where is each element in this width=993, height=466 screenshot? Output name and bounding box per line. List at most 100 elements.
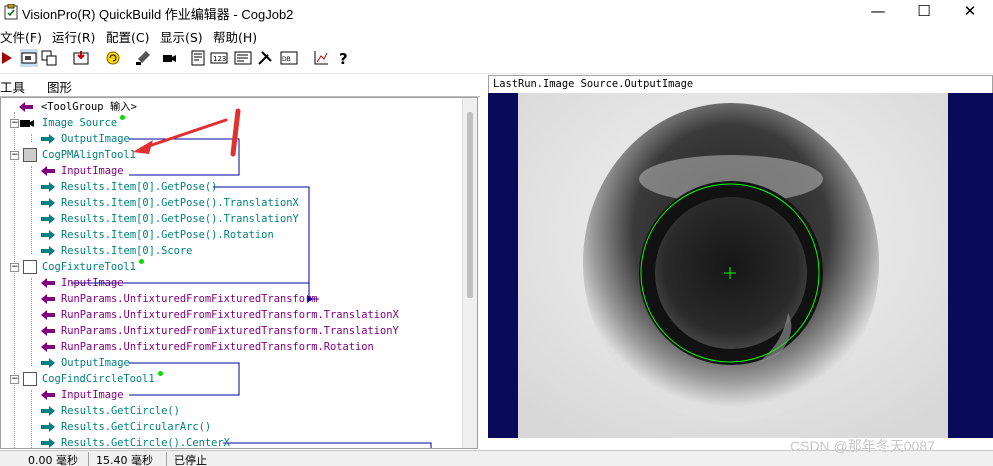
scrollbar-thumb[interactable] — [467, 112, 473, 298]
collapse-toggle[interactable]: − — [10, 119, 19, 128]
run-icon[interactable] — [0, 49, 18, 67]
pm-rot-label: Results.Item[0].GetPose().Rotation — [61, 229, 274, 241]
collapse-toggle[interactable]: − — [10, 151, 19, 160]
fx-ty-label: RunParams.UnfixturedFromFixturedTransfor… — [61, 325, 399, 337]
svg-text:?: ? — [339, 50, 348, 67]
camera-image — [488, 93, 993, 438]
app-icon — [4, 4, 18, 20]
input-arrow-icon — [41, 166, 55, 176]
minimize-icon: — — [870, 2, 886, 20]
tree-item-fc-input[interactable]: InputImage — [41, 387, 124, 403]
fc-getcircle-label: Results.GetCircle() — [61, 405, 180, 417]
tree-item-output-image[interactable]: OutputImage — [41, 131, 130, 147]
status-dot — [138, 259, 144, 264]
output-arrow-icon — [41, 422, 55, 432]
close-button[interactable]: ✕ — [947, 0, 993, 24]
tree-item-fx-rot[interactable]: RunParams.UnfixturedFromFixturedTransfor… — [41, 339, 374, 355]
input-arrow-icon — [19, 102, 33, 112]
output-arrow-icon — [41, 182, 55, 192]
pm-input-label: InputImage — [61, 165, 124, 177]
tab-graphics[interactable]: 图形 — [47, 77, 72, 96]
tree-item-pm-getpose[interactable]: Results.Item[0].GetPose() — [41, 179, 217, 195]
input-arrow-icon — [41, 278, 55, 288]
status-separator — [88, 452, 89, 466]
tree-item-pm-tx[interactable]: Results.Item[0].GetPose().TranslationX — [41, 195, 299, 211]
numeric-icon[interactable]: 123 — [210, 49, 228, 67]
status-time-2: 15.40 毫秒 — [96, 454, 153, 466]
fx-input-label: InputImage — [61, 277, 124, 289]
tab-tools[interactable]: 工具 — [0, 77, 25, 96]
pm-score-label: Results.Item[0].Score — [61, 245, 193, 257]
output-arrow-icon — [41, 438, 55, 448]
tree-scrollbar[interactable] — [462, 98, 477, 448]
tree-item-fx-ty[interactable]: RunParams.UnfixturedFromFixturedTransfor… — [41, 323, 399, 339]
camera-icon — [20, 120, 34, 127]
pm-tx-label: Results.Item[0].GetPose().TranslationX — [61, 197, 299, 209]
tree-item-fx-input[interactable]: InputImage — [41, 275, 124, 291]
fx-tx-label: RunParams.UnfixturedFromFixturedTransfor… — [61, 309, 399, 321]
tree-item-pm-input[interactable]: InputImage — [41, 163, 124, 179]
tree-item-fc-getcircle[interactable]: Results.GetCircle() — [41, 403, 180, 419]
input-arrow-icon — [41, 326, 55, 336]
tree-item-fx-output[interactable]: OutputImage — [41, 355, 130, 371]
terminal-icon[interactable] — [234, 49, 252, 67]
minimize-button[interactable]: — — [855, 0, 901, 24]
help-icon[interactable]: ? — [334, 49, 352, 67]
status-time-1: 0.00 毫秒 — [28, 454, 78, 466]
svg-text:DB: DB — [282, 56, 291, 63]
db-icon[interactable]: DB — [280, 49, 298, 67]
fc-arc-label: Results.GetCircularArc() — [61, 421, 212, 433]
image-source-label: Image Source — [42, 117, 118, 129]
fx-transform-label: RunParams.UnfixturedFromFixturedTransfor… — [61, 293, 318, 305]
fixture-label: CogFixtureTool1 — [42, 261, 136, 273]
output-arrow-icon — [41, 198, 55, 208]
chart-icon[interactable] — [312, 49, 330, 67]
fixture-tool-icon — [23, 260, 37, 274]
fc-input-label: InputImage — [61, 389, 124, 401]
tree-item-pm-rot[interactable]: Results.Item[0].GetPose().Rotation — [41, 227, 274, 243]
close-icon: ✕ — [963, 2, 977, 20]
input-arrow-icon — [41, 294, 55, 304]
collapse-toggle[interactable]: − — [10, 375, 19, 384]
window-title: VisionPro(R) QuickBuild 作业编辑器 - CogJob2 — [22, 7, 294, 22]
svg-text:123: 123 — [213, 55, 226, 63]
output-arrow-icon — [41, 406, 55, 416]
output-arrow-icon — [41, 246, 55, 256]
tree-root[interactable]: <ToolGroup 输入> — [19, 99, 137, 115]
tree-item-findcircle[interactable]: CogFindCircleTool1 — [42, 371, 163, 387]
output-arrow-icon — [41, 230, 55, 240]
output-arrow-icon — [41, 134, 55, 144]
brush-icon[interactable] — [134, 49, 152, 67]
fc-centerx-label: Results.GetCircle().CenterX — [61, 437, 230, 449]
menu-bar: 文件(F) 运行(R) 配置(C) 显示(S) 帮助(H) — [0, 24, 993, 45]
tree-item-fixture[interactable]: CogFixtureTool1 — [42, 259, 144, 275]
tree-item-fx-tx[interactable]: RunParams.UnfixturedFromFixturedTransfor… — [41, 307, 399, 323]
output-arrow-icon — [41, 358, 55, 368]
image-source-title: LastRun.Image Source.OutputImage — [493, 78, 694, 90]
tree-item-pm-ty[interactable]: Results.Item[0].GetPose().TranslationY — [41, 211, 299, 227]
tree-item-fc-arc[interactable]: Results.GetCircularArc() — [41, 419, 211, 435]
camera-icon[interactable] — [160, 49, 178, 67]
findcircle-tool-icon — [23, 372, 37, 386]
input-arrow-icon — [41, 310, 55, 320]
output-arrow-icon — [41, 214, 55, 224]
copy-icon[interactable] — [40, 49, 58, 67]
image-display[interactable] — [488, 93, 993, 438]
tree-item-fx-transform[interactable]: RunParams.UnfixturedFromFixturedTransfor… — [41, 291, 317, 307]
refresh-icon[interactable] — [104, 49, 122, 67]
tree-item-pm-score[interactable]: Results.Item[0].Score — [41, 243, 192, 259]
record-icon[interactable] — [72, 49, 90, 67]
maximize-button[interactable]: ☐ — [901, 0, 947, 24]
input-arrow-icon — [41, 390, 55, 400]
toolbar: 123 DB ? — [0, 44, 993, 74]
annotation-arrow — [133, 108, 241, 157]
tree-item-fc-centerx[interactable]: Results.GetCircle().CenterX — [41, 435, 230, 449]
edit-icon[interactable] — [190, 49, 208, 67]
tree-item-image-source[interactable]: Image Source — [19, 115, 126, 131]
fx-output-label: OutputImage — [61, 357, 130, 369]
tools-icon[interactable] — [256, 49, 274, 67]
pmalign-tool-icon — [23, 148, 37, 162]
collapse-toggle[interactable]: − — [10, 263, 19, 272]
pm-ty-label: Results.Item[0].GetPose().TranslationY — [61, 213, 299, 225]
image-icon[interactable] — [20, 49, 38, 67]
